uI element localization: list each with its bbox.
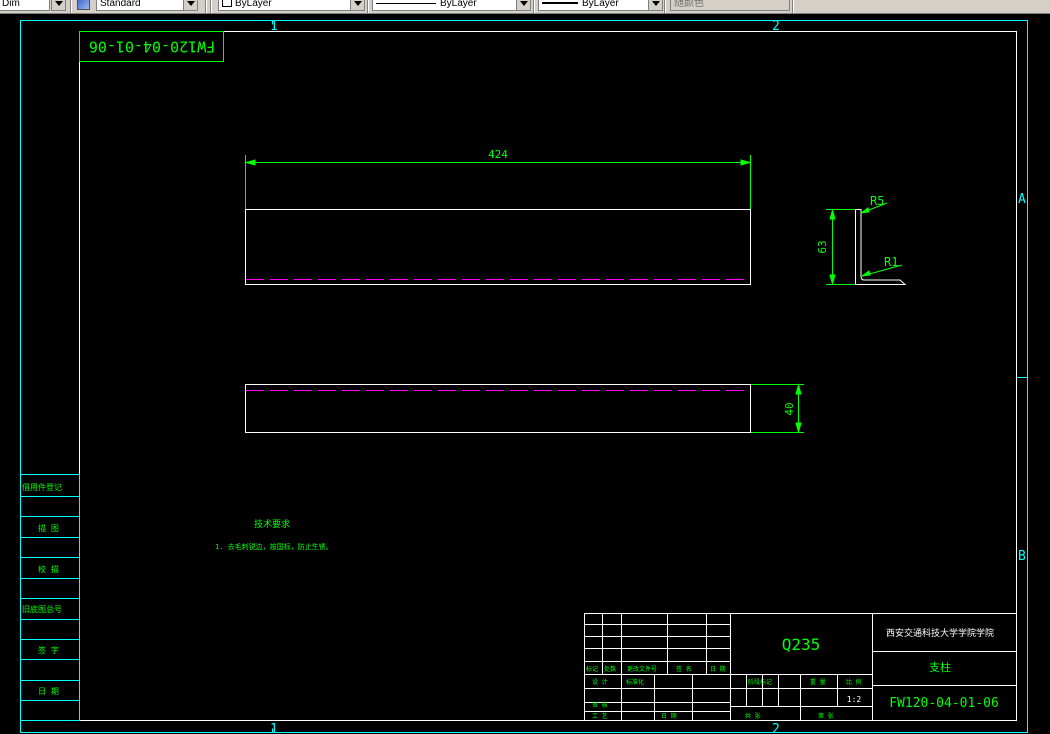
color-value: ByLayer (235, 0, 272, 9)
text-style-dropdown-icon[interactable] (183, 0, 198, 11)
tech-requirements-item: 1. 去毛刺锐边，按国标，防止生锈。 (215, 542, 333, 551)
row-label-review: 审 核 (592, 701, 608, 709)
toolbar-separator (210, 0, 212, 13)
plotstyle-combo[interactable]: 随颜色 (670, 0, 790, 11)
side-label-borrow: 借用件登记 (22, 482, 62, 492)
side-label-date: 日 期 (38, 687, 59, 696)
dimension-style-dropdown-icon[interactable] (51, 0, 66, 11)
rev-label-count: 处数 (604, 665, 616, 673)
linetype-preview-icon (376, 2, 436, 4)
row-label-date: 日 期 (661, 712, 677, 720)
row-label-design: 设 计 (592, 678, 608, 686)
plotstyle-value: 随颜色 (674, 0, 704, 9)
tech-requirements-title: 技术要求 (254, 518, 290, 530)
height-dimension-text: 63 (816, 240, 829, 253)
drawing-number-text: FW120-04-01-06 (889, 696, 999, 711)
zone-label-bottom-2: 2 (772, 722, 780, 734)
row-label-standard: 标准化 (626, 678, 644, 686)
text-style-combo[interactable]: Standard (96, 0, 184, 11)
color-combo[interactable]: ByLayer (218, 0, 352, 11)
row-label-sheets-total: 共 张 (745, 712, 761, 720)
toolbar-separator (367, 0, 369, 13)
model-space-background (0, 14, 1050, 734)
inner-radius-text: R1 (884, 255, 898, 269)
zone-label-bottom-1: 1 (270, 722, 278, 734)
text-style-value: Standard (100, 0, 141, 9)
rev-label-sign: 签 名 (676, 665, 692, 673)
color-swatch-icon (222, 0, 232, 7)
lineweight-dropdown-icon[interactable] (648, 0, 663, 11)
dimension-style-value: Dim (2, 0, 20, 9)
dimension-style-combo[interactable]: Dim (0, 0, 50, 11)
rotated-drawing-number: FW120-04-01-06 (89, 38, 215, 56)
linetype-dropdown-icon[interactable] (516, 0, 531, 11)
lineweight-value: ByLayer (582, 0, 619, 9)
school-name-text: 西安交通科技大学学院学院 (886, 627, 994, 639)
row-label-stage: 阶段标记 (748, 678, 772, 686)
zone-label-right-a: A (1018, 192, 1026, 207)
row-label-weight: 重 量 (810, 678, 826, 686)
drawing-canvas[interactable]: 1 2 1 2 A B FW120-04-01-06 424 63 R5 R1 … (0, 14, 1050, 734)
side-label-old-number: 旧底图总号 (22, 604, 62, 614)
side-label-trace: 描 图 (38, 523, 59, 533)
zone-label-right-b: B (1018, 549, 1026, 564)
toolbar-separator (70, 0, 72, 13)
linetype-combo[interactable]: ByLayer (372, 0, 518, 11)
rev-label-mark: 标记 (586, 665, 598, 673)
length-dimension-text: 424 (488, 148, 508, 161)
color-dropdown-icon[interactable] (350, 0, 365, 11)
outer-radius-text: R5 (870, 194, 884, 208)
toolbar-separator (664, 0, 666, 13)
row-label-process: 工 艺 (592, 712, 608, 720)
toolbar-separator (533, 0, 535, 13)
lineweight-preview-icon (542, 2, 578, 5)
lineweight-combo[interactable]: ByLayer (538, 0, 650, 11)
side-label-signature: 签 字 (38, 645, 59, 655)
rev-label-date: 日 期 (710, 665, 726, 673)
row-label-sheet-number: 第 张 (818, 712, 834, 720)
text-style-icon[interactable] (77, 0, 90, 10)
properties-toolbar: Dim Standard ByLayer ByLayer ByLayer 随颜色 (0, 0, 1050, 14)
row-label-scale: 比 例 (846, 678, 862, 686)
scale-text: 1:2 (847, 695, 862, 704)
material-text: Q235 (782, 635, 821, 654)
toolbar-separator (792, 0, 794, 13)
linetype-value: ByLayer (440, 0, 477, 9)
side-label-check: 校 描 (38, 564, 59, 574)
part-name-text: 支柱 (929, 660, 951, 674)
width-dimension-text: 40 (783, 402, 796, 415)
toolbar-separator (205, 0, 207, 13)
rev-label-doc: 更改文件号 (627, 665, 657, 673)
